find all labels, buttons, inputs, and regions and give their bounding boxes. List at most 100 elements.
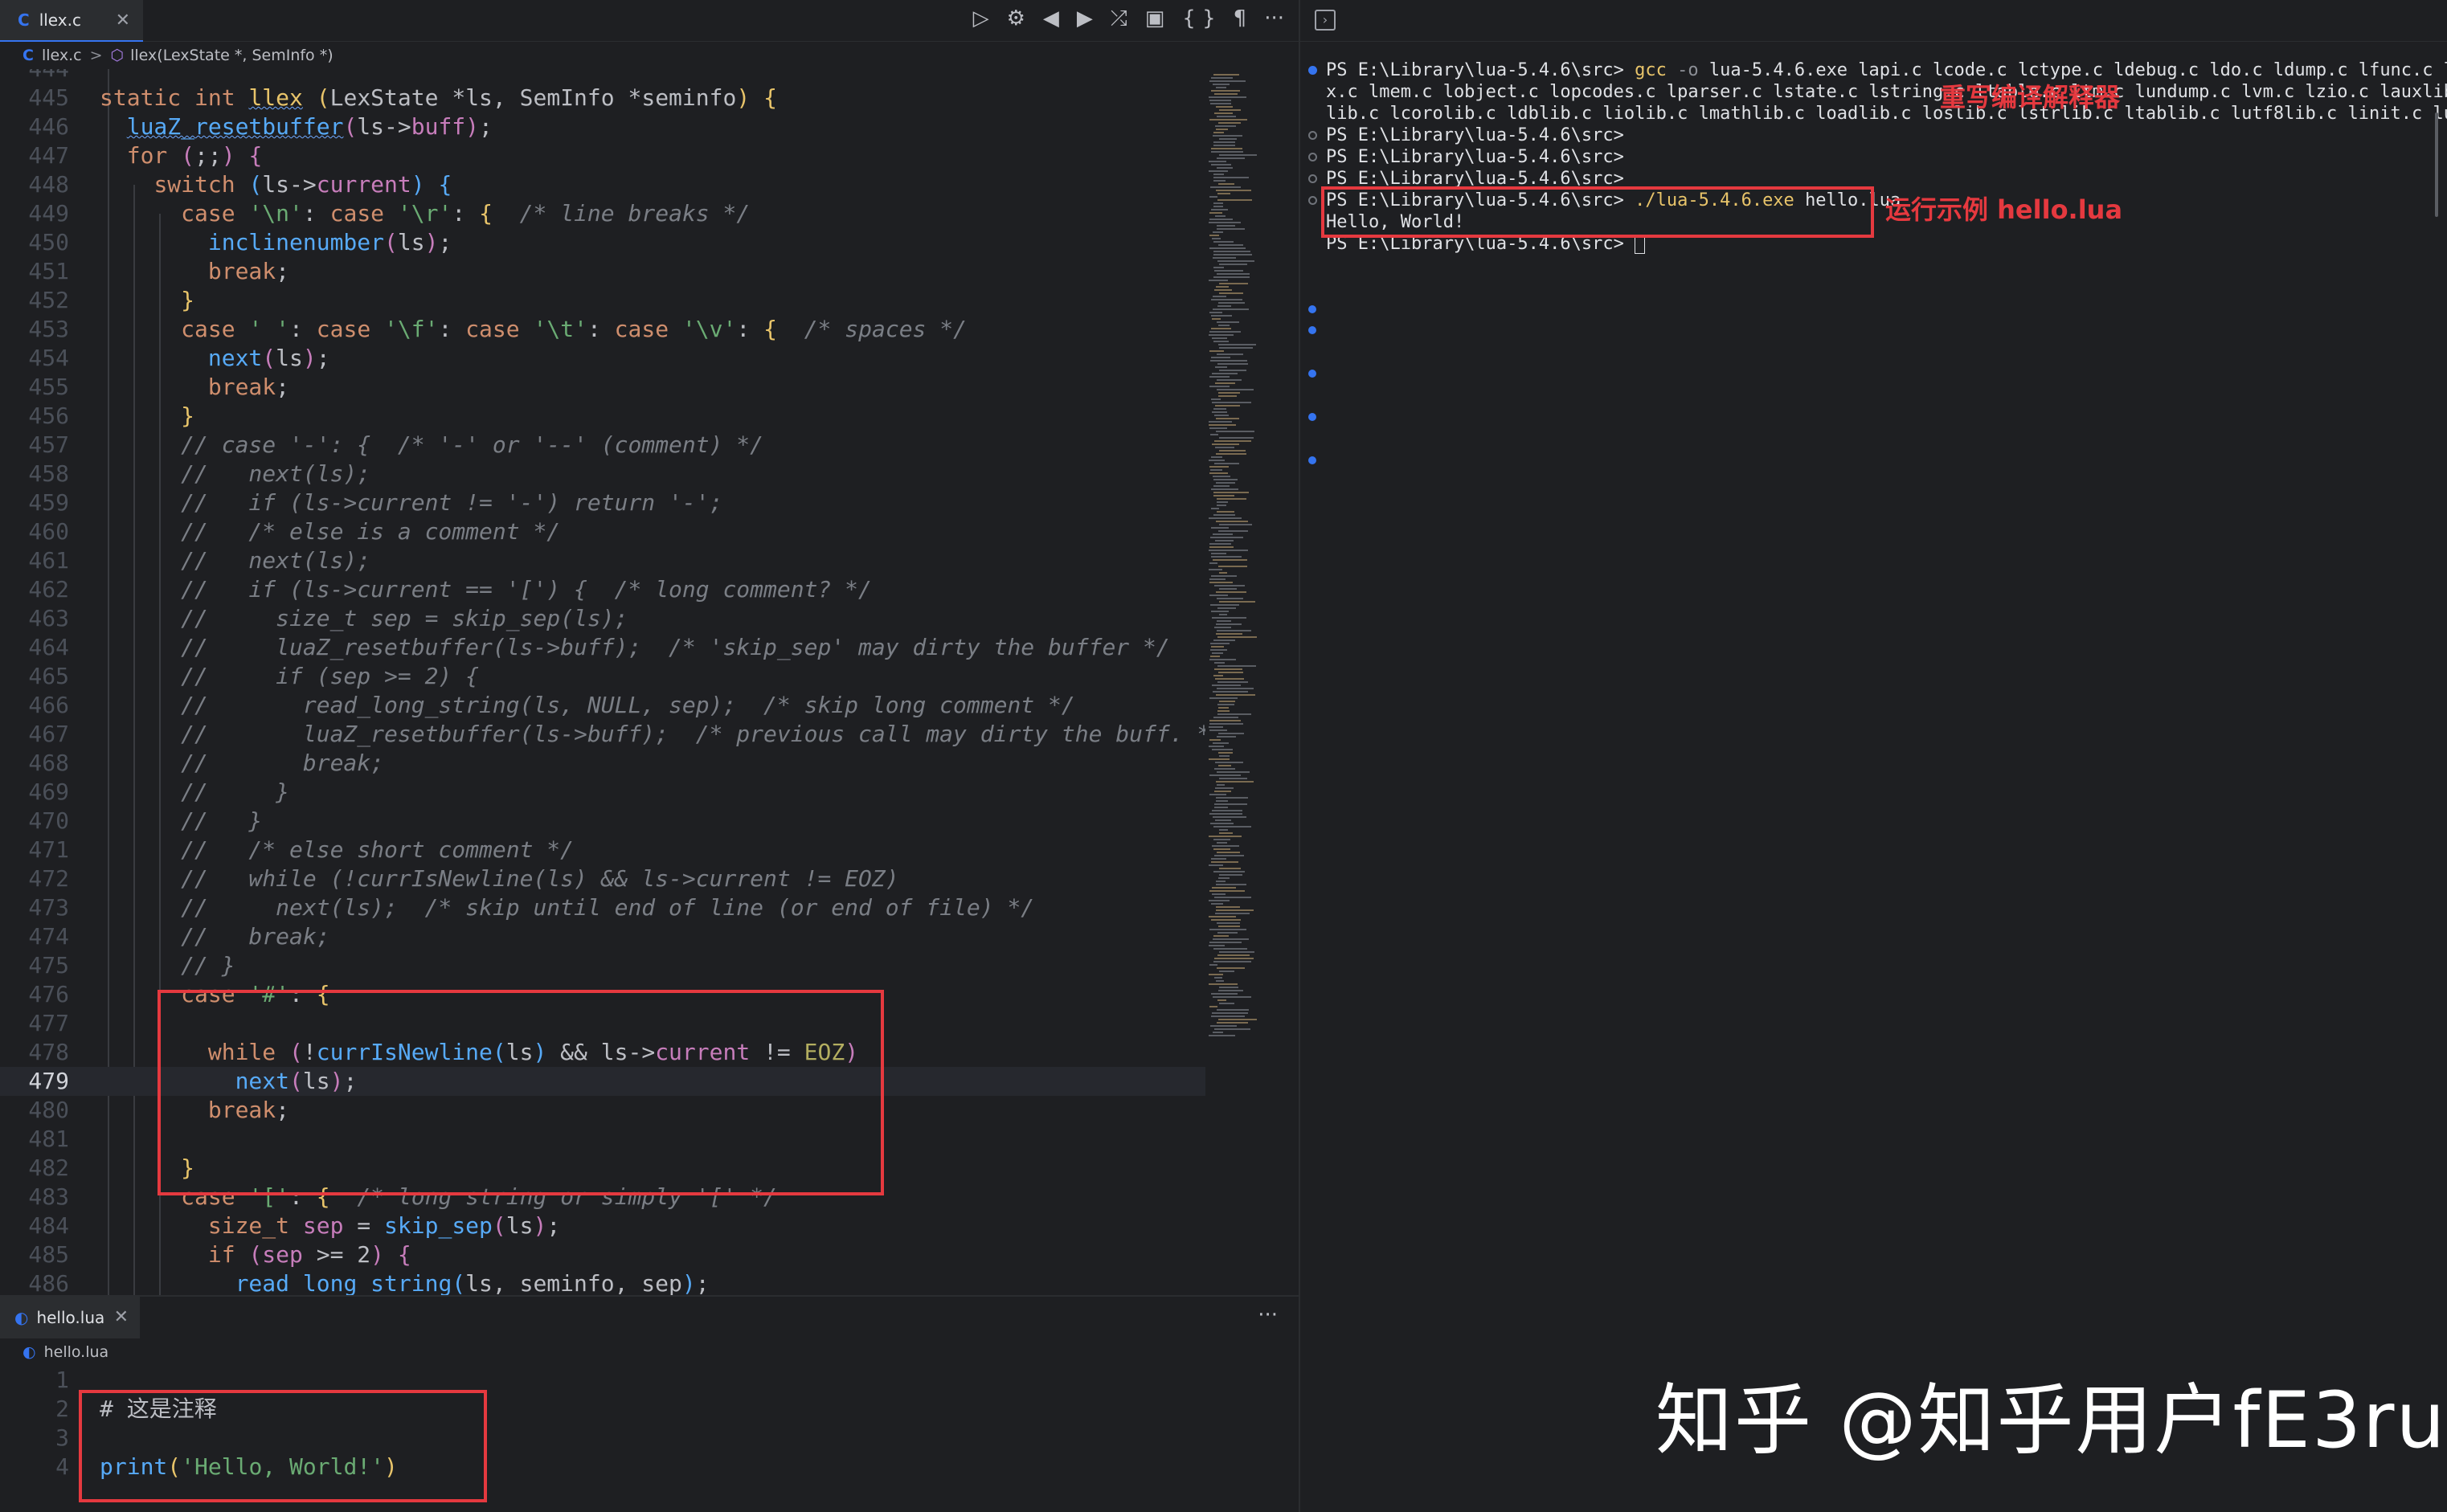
minimap-row [1213,180,1226,182]
minimap[interactable] [1205,69,1286,1295]
minimap-row [1213,296,1226,297]
minimap-row [1212,652,1223,654]
minimap-row [1209,794,1226,795]
minimap-row [1209,222,1241,223]
minimap-row [1213,408,1226,410]
minimap-row [1213,276,1250,278]
minimap-row [1213,948,1247,950]
minimap-row [1217,305,1231,307]
minimap-row [1211,488,1238,490]
minimap-row [1215,382,1235,384]
minimap-row [1211,328,1231,329]
minimap-row [1217,389,1254,390]
breadcrumb: ◐ hello.lua [0,1338,108,1366]
minimap-row [1214,440,1251,442]
braces-icon[interactable]: { } [1182,6,1215,31]
minimap-row [1217,704,1234,705]
forward-icon[interactable]: ▶ [1077,6,1093,31]
minimap-row [1213,251,1250,252]
minimap-row [1210,823,1234,824]
terminal-line: x.c lmem.c lobject.c lopcodes.c lparser.… [1326,82,2447,102]
minimap-row [1209,746,1224,747]
minimap-row [1216,694,1255,696]
minimap-row [1209,219,1233,220]
gear-icon[interactable]: ⚙ [1007,6,1025,31]
breadcrumb-file[interactable]: llex.c [42,47,82,64]
minimap-row [1213,675,1223,676]
tab-llex-c[interactable]: C llex.c ✕ [0,0,143,42]
tab-hello-lua[interactable]: ◐ hello.lua ✕ [0,1297,140,1338]
minimap-row [1219,572,1227,574]
minimap-row [1209,1006,1217,1007]
minimap-row [1216,800,1228,802]
close-icon[interactable]: ✕ [116,10,130,31]
minimap-row [1216,591,1246,593]
terminal-line: PS E:\Library\lua-5.4.6\src> [1326,147,1624,167]
minimap-row [1209,726,1223,728]
minimap-row [1209,550,1248,551]
minimap-row [1209,80,1246,82]
shuffle-icon[interactable]: ⤮ [1111,6,1127,31]
terminal-icon[interactable]: › [1315,10,1336,31]
back-icon[interactable]: ◀ [1043,6,1059,31]
minimap-row [1214,791,1231,792]
terminal-scrollbar[interactable] [2435,112,2438,217]
minimap-row [1211,148,1242,149]
minimap-row [1209,569,1222,570]
terminal-line: lib.c lcorolib.c ldblib.c liolib.c lmath… [1326,104,2447,124]
minimap-row [1217,321,1239,323]
minimap-row [1213,514,1235,516]
run-icon[interactable]: ▷ [973,6,989,31]
bottom-editor-pane: ◐ hello.lua ✕ ··· ◐ hello.lua 1 2 # 这是注释 … [0,1295,1299,1512]
minimap-row [1218,672,1243,673]
highlight-box-lua-code [79,1390,487,1502]
minimap-row [1216,418,1239,419]
minimap-row [1211,993,1238,995]
minimap-row [1209,864,1223,866]
minimap-row [1216,797,1248,799]
minimap-row [1213,492,1249,493]
minimap-row [1209,543,1231,545]
minimap-row [1218,325,1230,326]
minimap-row [1209,929,1246,930]
minimap-row [1215,405,1240,407]
more-icon[interactable]: ··· [1264,6,1284,31]
minimap-row [1209,376,1230,378]
minimap-row [1214,415,1229,416]
minimap-row [1209,427,1227,429]
minimap-row [1213,848,1230,850]
minimap-row [1213,132,1224,133]
minimap-row [1209,334,1234,336]
editor-pane: C llex.c ✕ ▷ ⚙ ◀ ▶ ⤮ ▣ { } ¶ ··· C llex.… [0,0,1299,1512]
minimap-row [1209,196,1217,198]
highlight-box-hash-comment [158,990,884,1195]
breadcrumb-symbol[interactable]: llex(LexState *, SemInfo *) [130,47,333,64]
close-icon[interactable]: ✕ [114,1307,129,1327]
breadcrumb-file[interactable]: hello.lua [44,1343,109,1361]
minimap-row [1217,501,1228,503]
minimap-row [1212,1012,1248,1014]
minimap-row [1219,109,1241,111]
minimap-row [1218,926,1240,927]
minimap-row [1209,942,1242,943]
minimap-row [1216,781,1254,783]
minimap-row [1217,505,1226,506]
minimap-row [1209,331,1241,333]
minimap-row [1214,585,1245,586]
terminal-pane[interactable]: › PS E:\Library\lua-5.4.6\src> gcc -o lu… [1300,0,2447,1512]
minimap-row [1218,302,1245,304]
minimap-row [1210,360,1247,362]
minimap-row [1219,264,1247,265]
minimap-row [1218,244,1243,246]
minimap-row [1213,559,1247,561]
pilcrow-icon[interactable]: ¶ [1234,6,1247,31]
minimap-row [1213,839,1230,840]
minimap-row [1215,447,1234,448]
more-icon[interactable]: ··· [1258,1303,1278,1327]
minimap-row [1212,749,1233,750]
save-icon[interactable]: ▣ [1145,6,1165,31]
minimap-row [1211,575,1237,577]
minimap-row [1213,476,1230,477]
minimap-row [1213,309,1249,310]
minimap-row [1213,742,1229,744]
